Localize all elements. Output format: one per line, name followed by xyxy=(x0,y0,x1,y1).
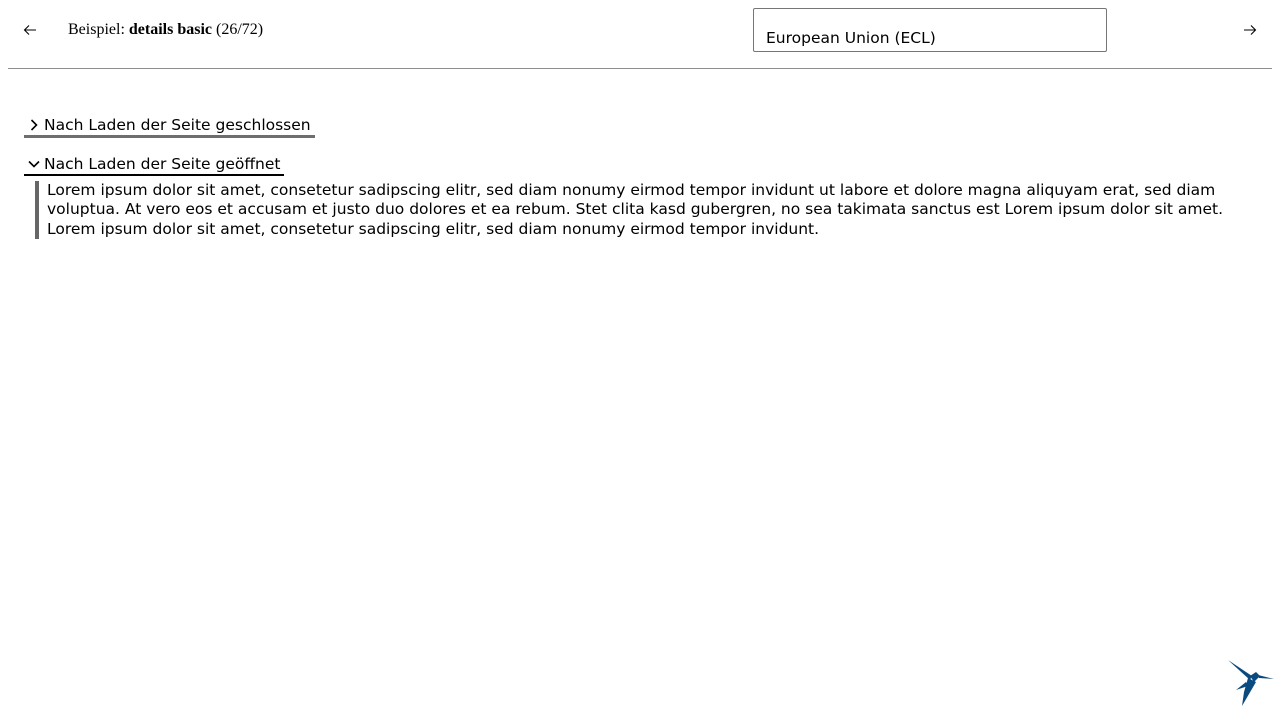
example-counter: (26/72) xyxy=(216,21,264,38)
details-summary-closed[interactable]: Nach Laden der Seite geschlossen xyxy=(24,115,315,138)
details-closed: Nach Laden der Seite geschlossen xyxy=(24,115,1254,154)
chevron-right-icon xyxy=(24,115,44,135)
arrow-right-icon xyxy=(1244,25,1257,35)
arrow-left-icon xyxy=(23,25,36,35)
example-title: Beispiel: details basic (26/72) xyxy=(68,20,263,40)
header-divider xyxy=(8,68,1272,69)
example-prefix: Beispiel: xyxy=(68,21,125,38)
details-open: Nach Laden der Seite geöffnet Lorem ipsu… xyxy=(24,154,1254,239)
details-demo: Nach Laden der Seite geschlossen Nach La… xyxy=(24,115,1254,239)
previous-example-button[interactable] xyxy=(18,18,42,42)
theme-select[interactable]: European Union (ECL) xyxy=(753,8,1107,52)
top-bar: Beispiel: details basic (26/72) European… xyxy=(0,0,1280,69)
example-name: details basic xyxy=(128,21,213,38)
chevron-down-icon xyxy=(24,154,44,174)
details-content: Lorem ipsum dolor sit amet, consetetur s… xyxy=(35,180,1254,239)
next-example-button[interactable] xyxy=(1238,18,1262,42)
hummingbird-logo-icon xyxy=(1228,660,1274,706)
theme-select-value: European Union (ECL) xyxy=(766,29,936,47)
details-summary-open[interactable]: Nach Laden der Seite geöffnet xyxy=(24,154,284,176)
details-summary-label: Nach Laden der Seite geöffnet xyxy=(44,154,281,173)
details-summary-label: Nach Laden der Seite geschlossen xyxy=(44,115,311,134)
